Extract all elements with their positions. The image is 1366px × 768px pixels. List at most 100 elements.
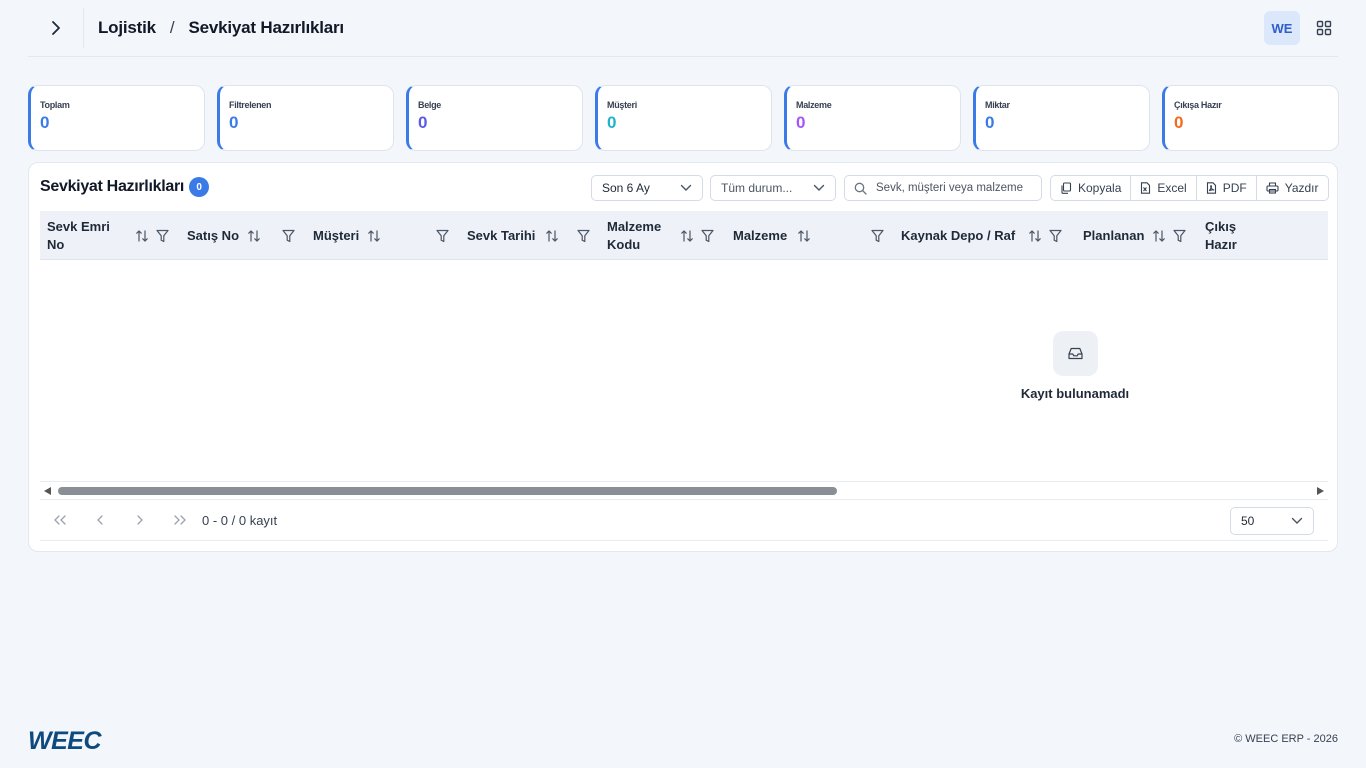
column-header[interactable]: Planlanan — [1083, 211, 1144, 259]
stat-label: Toplam — [40, 100, 70, 110]
column-header[interactable]: Kaynak Depo / Raf — [901, 211, 1015, 259]
stat-value: 0 — [1174, 113, 1184, 132]
copyright-text: © WEEC ERP - 2026 — [1234, 733, 1338, 745]
column-header-label: Müşteri — [313, 227, 360, 243]
stat-card: Filtrelenen 0 — [217, 85, 394, 151]
pdf-button[interactable]: PDF — [1197, 176, 1257, 200]
sort-icon[interactable] — [1152, 229, 1166, 243]
stat-card: Malzeme 0 — [784, 85, 961, 151]
stat-value: 0 — [418, 113, 428, 132]
weec-logo: WEEC — [28, 727, 112, 757]
stat-label: Malzeme — [796, 100, 832, 110]
sort-icon[interactable] — [1028, 229, 1042, 243]
column-header[interactable]: Sevk Emri No — [47, 211, 110, 259]
table-header: Sevk Emri No Satış No Müşteri Sevk Tarihi Mal… — [40, 211, 1328, 260]
column-header[interactable]: Satış No — [187, 211, 240, 259]
stat-card: Toplam 0 — [28, 85, 205, 151]
prev-page-button[interactable] — [80, 515, 120, 525]
filter-icon[interactable] — [282, 229, 295, 243]
column-header-label: Malzeme — [607, 218, 662, 234]
stat-label: Miktar — [985, 100, 1010, 110]
next-page-button[interactable] — [120, 515, 160, 525]
filter-icon[interactable] — [701, 229, 714, 243]
pagination-info: 0 - 0 / 0 kayıt — [202, 512, 278, 528]
column-header-label-line2: Kodu — [607, 236, 641, 252]
chevron-right-icon — [51, 21, 60, 35]
chevrons-right-icon — [174, 515, 186, 525]
search-icon — [854, 182, 867, 195]
filter-icon[interactable] — [871, 229, 884, 243]
print-button[interactable]: Yazdır — [1257, 176, 1328, 200]
breadcrumb-parent[interactable]: Lojistik — [98, 18, 156, 38]
sort-icon[interactable] — [545, 229, 559, 243]
column-header[interactable]: Sevk Tarihi — [467, 211, 535, 259]
apps-grid-icon[interactable] — [1312, 16, 1336, 40]
breadcrumb-separator: / — [169, 18, 175, 37]
column-header-label: Sevk Emri — [47, 218, 110, 234]
copy-icon — [1061, 182, 1072, 194]
copy-button[interactable]: Kopyala — [1051, 176, 1132, 200]
stat-card: Çıkışa Hazır 0 — [1162, 85, 1339, 151]
search-box — [844, 175, 1042, 201]
stat-card: Belge 0 — [406, 85, 583, 151]
column-header[interactable]: Malzeme Kodu — [607, 211, 662, 259]
column-header-label: Satış No — [187, 227, 240, 243]
sort-icon[interactable] — [797, 229, 811, 243]
stat-value: 0 — [796, 113, 806, 132]
sidebar-toggle-button[interactable] — [28, 8, 84, 48]
pagination: 0 - 0 / 0 kayıt 50 — [40, 499, 1328, 541]
column-header[interactable]: Çıkış Hazır — [1205, 211, 1237, 259]
excel-button[interactable]: Excel — [1131, 176, 1197, 200]
stat-label: Müşteri — [607, 100, 637, 110]
column-header[interactable]: Malzeme — [733, 211, 788, 259]
user-avatar[interactable]: WE — [1264, 11, 1300, 45]
excel-button-label: Excel — [1157, 181, 1187, 195]
filter-icon[interactable] — [156, 229, 169, 243]
search-input[interactable] — [876, 182, 1036, 194]
page-size-value: 50 — [1241, 514, 1255, 528]
first-page-button[interactable] — [40, 515, 80, 525]
print-button-label: Yazdır — [1284, 181, 1319, 195]
logo-text: WEEC — [28, 728, 102, 752]
excel-file-icon — [1141, 182, 1151, 194]
sort-icon[interactable] — [367, 229, 381, 243]
page-size-select[interactable]: 50 — [1230, 507, 1314, 535]
chevron-left-icon — [97, 515, 103, 525]
export-actions: Kopyala Excel PDF Yazdır — [1050, 175, 1329, 201]
column-header[interactable]: Müşteri — [313, 211, 360, 259]
filter-icon[interactable] — [1173, 229, 1186, 243]
horizontal-scrollbar[interactable] — [40, 481, 1328, 498]
shipment-prep-panel: Sevkiyat Hazırlıkları 0 Son 6 Ay Tüm dur… — [28, 162, 1338, 552]
copy-button-label: Kopyala — [1078, 181, 1122, 195]
column-header-label: Malzeme — [733, 227, 788, 243]
panel-title-text: Sevkiyat Hazırlıkları — [40, 178, 185, 195]
sort-icon[interactable] — [135, 229, 149, 243]
stat-value: 0 — [40, 113, 50, 132]
period-select[interactable]: Son 6 Ay — [591, 175, 703, 201]
breadcrumb: Lojistik / Sevkiyat Hazırlıkları — [98, 18, 344, 38]
column-header-label-line2: Hazır — [1205, 236, 1237, 252]
stat-card: Miktar 0 — [973, 85, 1150, 151]
chevron-down-icon — [680, 184, 692, 191]
stat-label: Belge — [418, 100, 442, 110]
stat-label: Filtrelenen — [229, 100, 272, 110]
chevron-down-icon — [813, 184, 825, 191]
sort-icon[interactable] — [247, 229, 261, 243]
scroll-left-arrow-icon[interactable] — [44, 487, 51, 495]
record-count-badge: 0 — [189, 177, 210, 197]
chevrons-left-icon — [54, 515, 66, 525]
filter-icon[interactable] — [436, 229, 449, 243]
status-select[interactable]: Tüm durum... — [710, 175, 836, 201]
stat-label: Çıkışa Hazır — [1174, 100, 1222, 110]
last-page-button[interactable] — [160, 515, 200, 525]
scroll-right-arrow-icon[interactable] — [1317, 487, 1324, 495]
column-header-label-line2: No — [47, 236, 65, 252]
sort-icon[interactable] — [680, 229, 694, 243]
stat-value: 0 — [607, 113, 617, 132]
pdf-file-icon — [1206, 182, 1216, 194]
pdf-button-label: PDF — [1222, 181, 1247, 195]
period-select-value: Son 6 Ay — [602, 181, 650, 195]
filter-icon[interactable] — [577, 229, 590, 243]
scrollbar-thumb[interactable] — [58, 487, 837, 495]
filter-icon[interactable] — [1049, 229, 1062, 243]
